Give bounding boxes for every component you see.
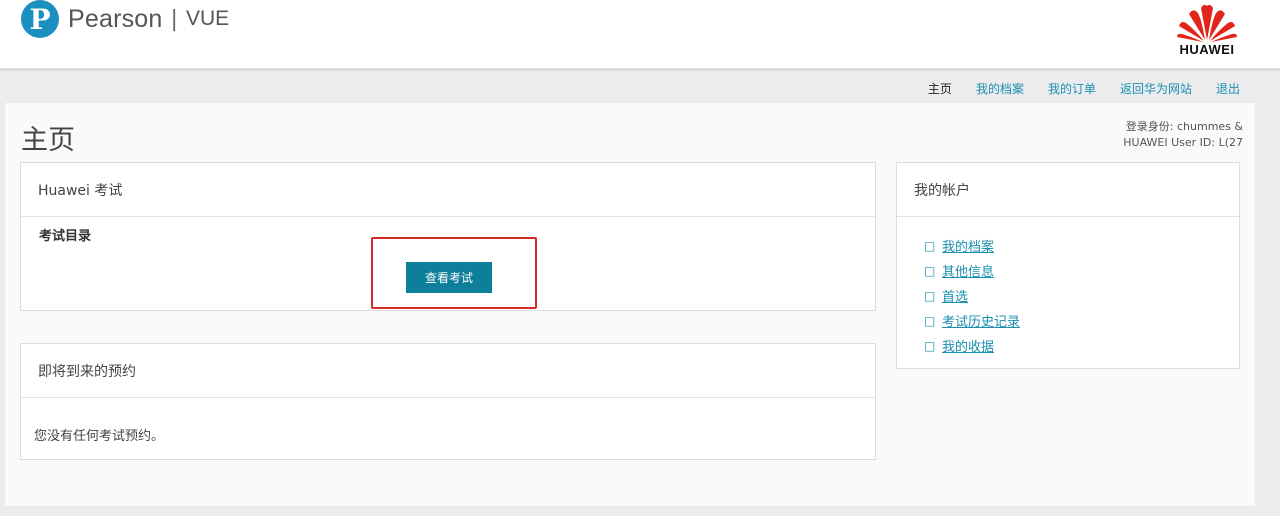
exam-catalog-label: 考试目录: [39, 229, 92, 244]
nav-home[interactable]: 主页: [928, 80, 952, 97]
account-links: □ 我的档案 □ 其他信息 □ 首选 □ 考试历史记录 □ 我的收据: [924, 233, 1020, 358]
login-info: 登录身份: chummes & HUAWEI User ID: L(27: [1123, 119, 1243, 151]
pearson-p-icon: P: [21, 0, 59, 38]
brand-separator: |: [170, 6, 178, 32]
link-my-profile[interactable]: 我的档案: [942, 236, 994, 255]
bullet-icon: □: [924, 313, 936, 328]
nav-logout[interactable]: 退出: [1216, 80, 1240, 97]
nav-my-profile[interactable]: 我的档案: [976, 80, 1024, 97]
bullet-icon: □: [924, 263, 936, 278]
pearson-vue-logo[interactable]: P Pearson | VUE: [21, 0, 229, 38]
my-account-card: 我的帐户 □ 我的档案 □ 其他信息 □ 首选 □ 考试历史记录 □ 我的收据: [896, 162, 1240, 369]
huawei-wordmark: HUAWEI: [1179, 42, 1235, 57]
highlight-annotation-box: [371, 237, 537, 309]
link-exam-history[interactable]: 考试历史记录: [942, 311, 1020, 330]
upcoming-appointments-card: 即将到来的预约 您没有任何考试预约。: [20, 343, 876, 460]
huawei-flower-icon: [1177, 4, 1237, 42]
nav-back-to-huawei[interactable]: 返回华为网站: [1120, 80, 1192, 97]
page-title: 主页: [21, 125, 75, 156]
bullet-icon: □: [924, 238, 936, 253]
header-divider: [0, 68, 1280, 71]
link-other-info[interactable]: 其他信息: [942, 261, 994, 280]
huawei-user-id: HUAWEI User ID: L(27: [1123, 136, 1243, 149]
login-identity: 登录身份: chummes &: [1125, 120, 1243, 133]
top-nav: 主页 我的档案 我的订单 返回华为网站 退出: [928, 80, 1240, 97]
account-card-title: 我的帐户: [897, 163, 1239, 217]
list-item: □ 我的档案: [924, 233, 1020, 258]
product-name: VUE: [185, 7, 230, 30]
bullet-icon: □: [924, 338, 936, 353]
bullet-icon: □: [924, 288, 936, 303]
page-header: P Pearson | VUE HUAWEI: [0, 0, 1280, 68]
no-appointments-text: 您没有任何考试预约。: [34, 429, 165, 444]
list-item: □ 其他信息: [924, 258, 1020, 283]
exam-card-title: Huawei 考试: [21, 163, 875, 217]
huawei-logo[interactable]: HUAWEI: [1172, 2, 1242, 57]
link-my-receipts[interactable]: 我的收据: [942, 336, 994, 355]
list-item: □ 首选: [924, 283, 1020, 308]
list-item: □ 我的收据: [924, 333, 1020, 358]
brand-name: Pearson: [68, 4, 163, 33]
upcoming-card-title: 即将到来的预约: [21, 344, 875, 398]
nav-my-orders[interactable]: 我的订单: [1048, 80, 1096, 97]
list-item: □ 考试历史记录: [924, 308, 1020, 333]
link-preferences[interactable]: 首选: [942, 286, 968, 305]
main-content: 主页 登录身份: chummes & HUAWEI User ID: L(27 …: [5, 103, 1255, 506]
